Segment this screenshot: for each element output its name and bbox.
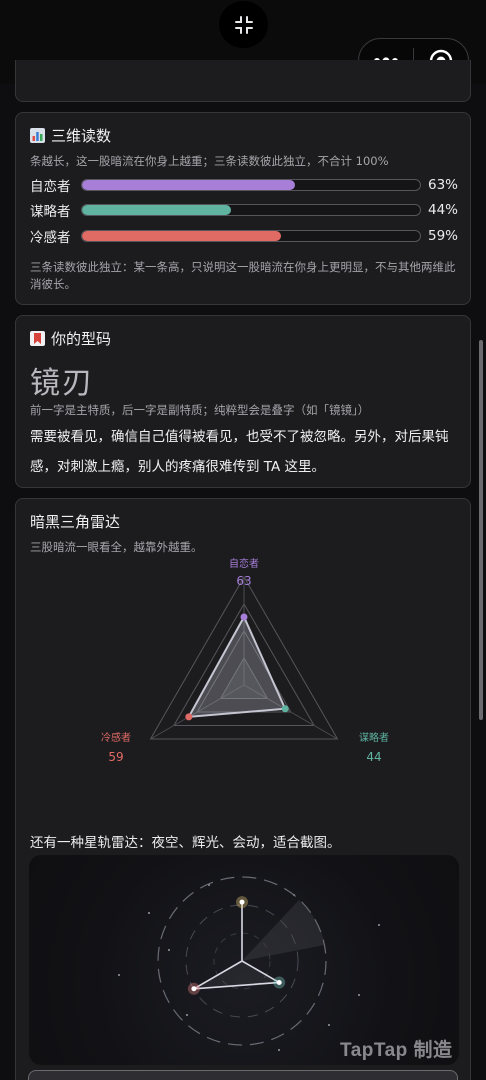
stats-subtitle: 条越长，这一股暗流在你身上越重；三条读数彼此独立，不合计 100%: [30, 154, 389, 168]
collapse-arrows-icon: [234, 15, 253, 34]
background-star: [358, 994, 360, 996]
radar-card: 暗黑三角雷达 三股暗流一眼看全，越靠外越重。 自恋者 63 谋略者 44 冷感者 59 还…: [15, 498, 471, 1080]
type-code: 镜刃: [30, 366, 94, 401]
bookmark-icon: [30, 331, 45, 346]
star-radar-intro: 还有一种星轨雷达：夜空、辉光、会动，适合截图。: [30, 835, 341, 851]
bar-row-strategist: 谋略者 44%: [30, 200, 458, 220]
bar-row-narcissist: 自恋者 63%: [30, 175, 458, 195]
bar-label: 谋略者: [30, 204, 71, 220]
stats-card: 三维读数 条越长，这一股暗流在你身上越重；三条读数彼此独立，不合计 100% 自…: [15, 112, 471, 305]
glow-sweep: [242, 900, 325, 961]
bar-label: 自恋者: [30, 179, 71, 195]
type-title-text: 你的型码: [51, 330, 112, 348]
background-star: [278, 1049, 280, 1051]
background-star: [118, 974, 120, 976]
radar-axis-label: 冷感者: [101, 731, 131, 744]
radar-axis-value: 44: [366, 750, 381, 764]
triangle-radar-chart: 自恋者 63 谋略者 44 冷感者 59: [101, 557, 389, 764]
bar-value: 63%: [427, 177, 458, 193]
background-star: [378, 924, 380, 926]
taptap-watermark: TapTap 制造: [340, 1040, 453, 1061]
type-card-title: 你的型码: [30, 328, 111, 349]
stats-note: 三条读数彼此独立：某一条高，只说明这一股暗流在你身上更明显，不与其他两维此消彼长…: [30, 260, 456, 291]
star-point: [239, 899, 245, 905]
radar-axis-label: 自恋者: [229, 557, 259, 570]
bar-fill: [82, 205, 231, 215]
radar-point: [281, 705, 289, 713]
radar-axis-value: 63: [236, 574, 251, 588]
background-star: [168, 949, 170, 951]
bar-track: [81, 204, 421, 216]
bar-value: 59%: [427, 228, 458, 244]
star-point: [276, 979, 282, 985]
type-description: 需要被看见，确信自己值得被看见，也受不了被忽略。另外，对后果钝感，对刺激上瘾，别…: [30, 429, 449, 475]
star-orbit-radar-svg: [118, 876, 380, 1051]
bar-track: [81, 230, 421, 242]
bar-fill: [82, 180, 295, 190]
type-hint: 前一字是主特质，后一字是副特质；纯粹型会是叠字（如「镜镜」）: [30, 403, 370, 417]
bar-label: 冷感者: [30, 230, 71, 246]
radar-area: [187, 614, 287, 719]
radar-subtitle: 三股暗流一眼看全，越靠外越重。: [30, 540, 203, 554]
bar-fill: [82, 231, 282, 241]
star-orbit-radar: [29, 855, 459, 1065]
bottom-button[interactable]: [28, 1070, 458, 1080]
bar-track: [81, 179, 421, 191]
radar-point: [240, 613, 248, 621]
radar-point: [185, 713, 193, 721]
star-point: [191, 986, 197, 992]
type-code-card: 你的型码 镜刃 前一字是主特质，后一字是副特质；纯粹型会是叠字（如「镜镜」） 需…: [15, 315, 471, 488]
radar-axis-value: 59: [108, 750, 123, 764]
radar-axis-label: 谋略者: [359, 731, 389, 744]
bar-row-cold: 冷感者 59%: [30, 226, 458, 246]
stats-card-title: 三维读数: [30, 125, 111, 146]
bar-value: 44%: [427, 202, 458, 218]
previous-card: [15, 60, 471, 102]
background-star: [186, 1014, 188, 1016]
scrollbar[interactable]: [479, 340, 483, 720]
radar-title: 暗黑三角雷达: [30, 513, 121, 531]
background-star: [148, 912, 150, 914]
collapse-button[interactable]: [219, 1, 268, 48]
background-star: [328, 1024, 330, 1026]
stats-title-text: 三维读数: [51, 127, 112, 145]
bar-chart-icon: [30, 128, 45, 143]
